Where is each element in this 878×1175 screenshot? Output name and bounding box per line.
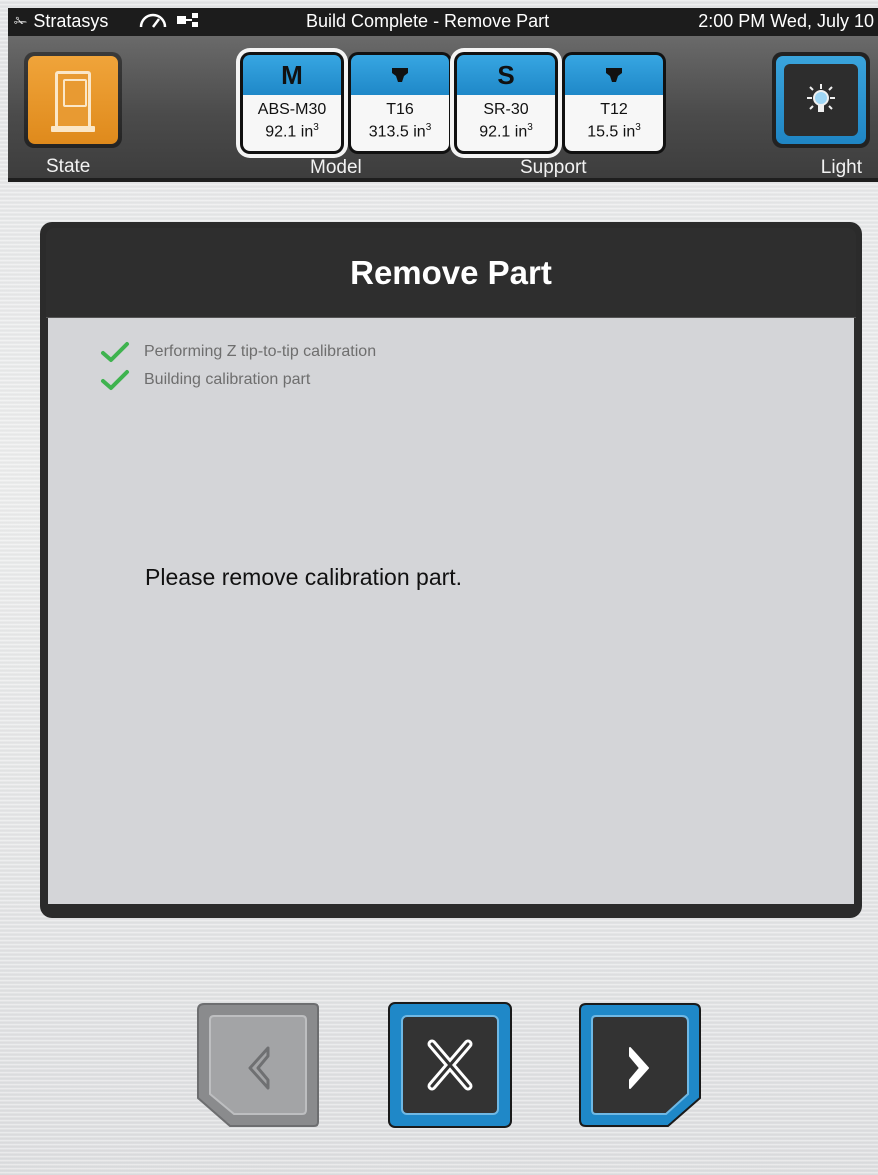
material-volume: 313.5 in3: [368, 122, 432, 141]
step-list: Performing Z tip-to-tip calibration Buil…: [100, 338, 376, 394]
dialog-message: Please remove calibration part.: [145, 564, 463, 590]
check-icon: [101, 342, 129, 362]
stratasys-logo-icon: ✁: [14, 13, 28, 31]
material-head: M: [243, 55, 341, 95]
network-icon: [177, 13, 198, 27]
dialog-body: Performing Z tip-to-tip calibration Buil…: [48, 318, 854, 904]
brand-name: Stratasys: [33, 11, 109, 31]
status-title: Build Complete - Remove Part: [306, 11, 550, 31]
support-label: Support: [520, 157, 587, 178]
material-head: [351, 55, 449, 95]
dialog-header: Remove Part: [46, 228, 856, 318]
material-body: T12 15.5 in3: [565, 95, 663, 151]
step-item: Performing Z tip-to-tip calibration: [100, 338, 376, 366]
material-volume: 92.1 in3: [479, 122, 533, 141]
material-body: SR-30 92.1 in3: [457, 95, 555, 151]
model-label: Model: [310, 157, 362, 178]
state-button[interactable]: [24, 52, 122, 148]
toolbar: State M ABS-M30 92.1 in3 T16 313.5 in3 S…: [8, 36, 878, 182]
model-material-card[interactable]: M ABS-M30 92.1 in3: [240, 52, 344, 154]
brand: ✁ Stratasys: [14, 11, 108, 32]
material-name: T12: [600, 101, 628, 118]
printer-icon: [51, 71, 95, 132]
material-body: T16 313.5 in3: [351, 95, 449, 151]
remove-part-dialog: Remove Part Performing Z tip-to-tip cali…: [40, 222, 862, 918]
support-material-card[interactable]: S SR-30 92.1 in3: [454, 52, 558, 154]
material-volume: 15.5 in3: [587, 122, 641, 141]
state-button-face: [28, 56, 118, 144]
check-icon: [101, 370, 129, 390]
material-name: SR-30: [483, 101, 529, 118]
dialog-title: Remove Part: [350, 253, 552, 291]
tip-icon: [606, 68, 622, 82]
model-tip-card[interactable]: T16 313.5 in3: [348, 52, 452, 154]
status-bar: ✁ Stratasys Build Complete - Remove Part…: [8, 8, 878, 36]
status-icons: [138, 10, 202, 30]
step-item: Building calibration part: [100, 366, 376, 394]
material-body: ABS-M30 92.1 in3: [243, 95, 341, 151]
cancel-button[interactable]: [388, 1002, 512, 1128]
material-name: ABS-M30: [257, 101, 327, 118]
support-tip-card[interactable]: T12 15.5 in3: [562, 52, 666, 154]
state-label: State: [46, 156, 91, 177]
material-volume: 92.1 in3: [265, 122, 319, 141]
lightbulb-icon: [807, 84, 835, 112]
light-button-face: [776, 56, 866, 144]
back-button[interactable]: [196, 1002, 320, 1128]
light-button-core: [784, 64, 858, 136]
step-label: Building calibration part: [144, 371, 311, 388]
material-name: T16: [386, 101, 414, 118]
material-head: S: [457, 55, 555, 95]
gauge-icon: [139, 13, 167, 28]
step-label: Performing Z tip-to-tip calibration: [144, 343, 377, 360]
tip-icon: [392, 68, 408, 82]
light-button[interactable]: [772, 52, 870, 148]
material-head: [565, 55, 663, 95]
next-button[interactable]: [578, 1002, 702, 1128]
status-clock: 2:00 PM Wed, July 10: [698, 11, 874, 31]
light-label: Light: [820, 157, 862, 178]
